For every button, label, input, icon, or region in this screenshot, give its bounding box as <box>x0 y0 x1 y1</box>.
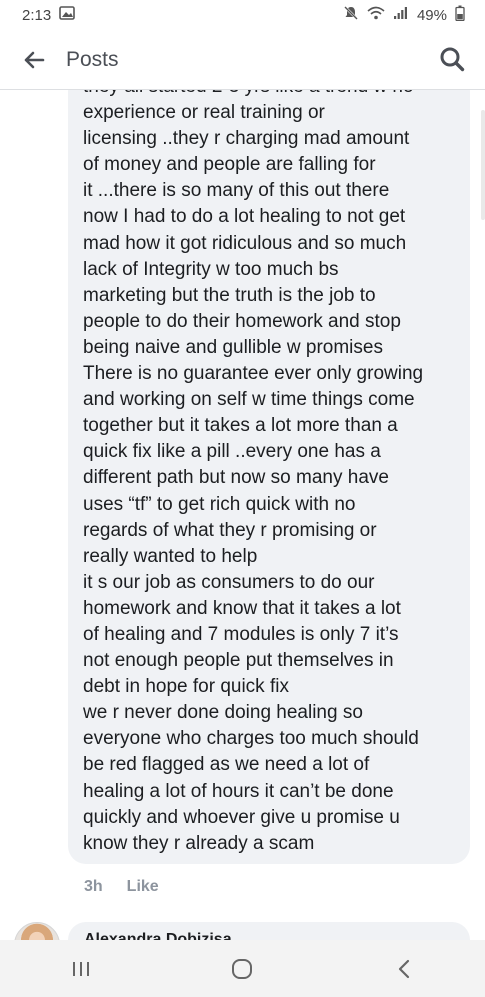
search-icon[interactable] <box>435 42 469 76</box>
comment-actions: 3h Like <box>84 878 159 896</box>
home-icon[interactable] <box>212 949 272 989</box>
page-title: Posts <box>66 48 119 71</box>
image-icon <box>59 6 76 24</box>
avatar[interactable] <box>14 922 60 940</box>
wifi-icon <box>367 6 385 24</box>
comments-thread[interactable]: they all started 2-3 yrs like a trend w … <box>0 90 485 940</box>
signal-icon <box>393 6 409 24</box>
system-nav-bar <box>0 940 485 997</box>
status-bar: 2:13 49% <box>0 0 485 30</box>
status-time: 2:13 <box>22 6 52 24</box>
app-header: Posts <box>0 30 485 90</box>
status-left: 2:13 <box>22 6 76 24</box>
comment-text: they all started 2-3 yrs like a trend w … <box>83 90 424 854</box>
battery-percent: 49% <box>416 6 447 24</box>
battery-icon <box>455 5 465 25</box>
status-right: 49% <box>343 5 465 25</box>
like-button[interactable]: Like <box>127 878 159 896</box>
comment-time: 3h <box>84 878 103 895</box>
back-icon[interactable] <box>374 949 434 989</box>
recent-apps-icon[interactable] <box>51 949 111 989</box>
arrow-left-icon[interactable] <box>18 44 50 76</box>
mute-icon <box>343 5 359 25</box>
scrollbar[interactable] <box>481 110 485 220</box>
comment-author-name[interactable]: Alexandra Dobizisa <box>84 931 232 940</box>
